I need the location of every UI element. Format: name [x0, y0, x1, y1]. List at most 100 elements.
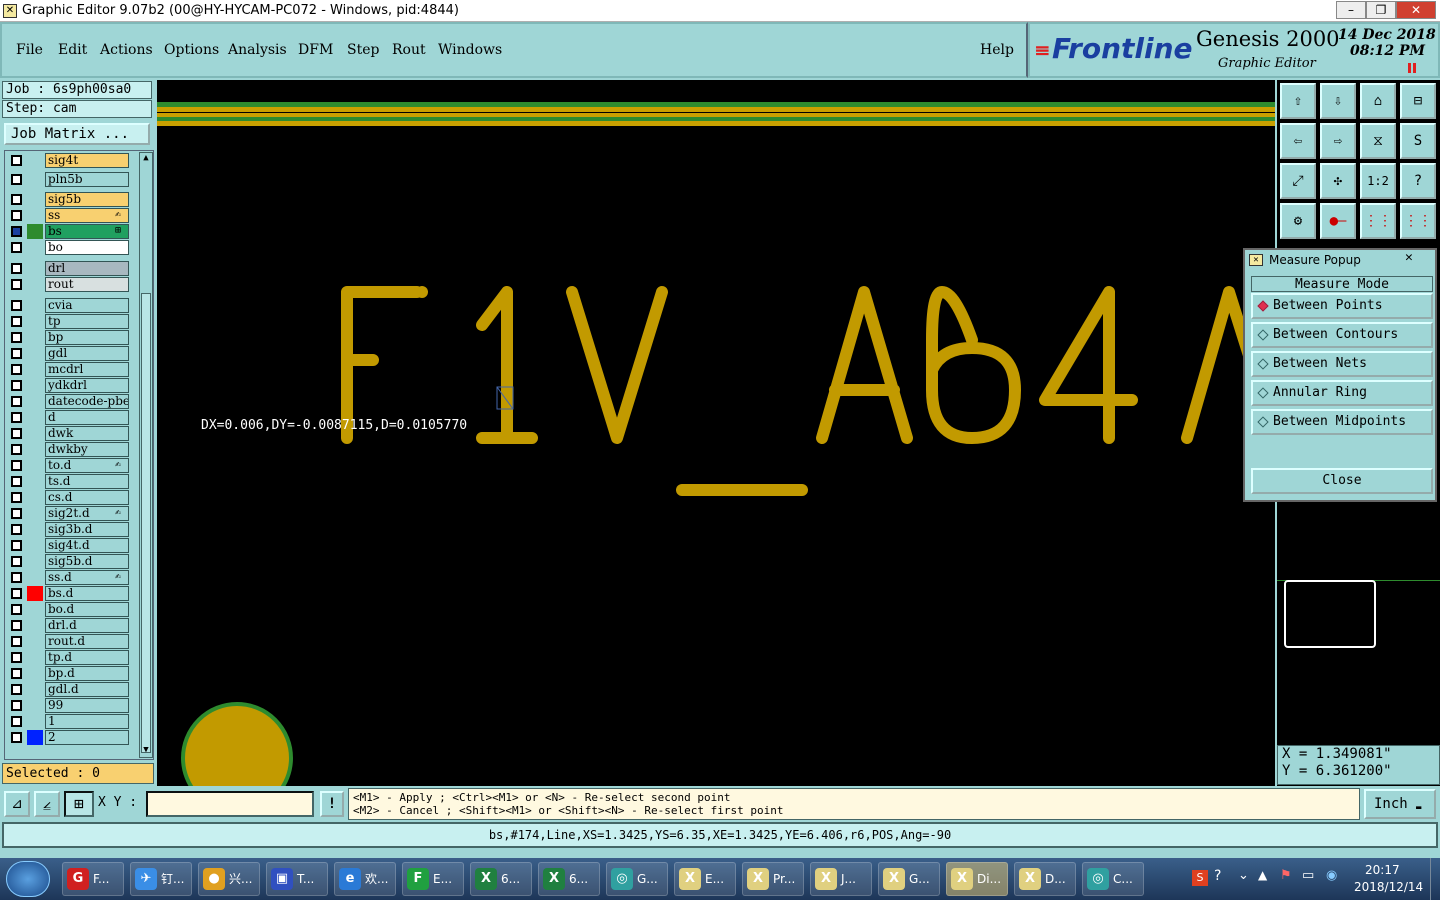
tools-icon[interactable]: ⚙	[1280, 203, 1316, 239]
probe-icon[interactable]: ●—	[1320, 203, 1356, 239]
layer-row-drl[interactable]: drl	[7, 261, 129, 276]
layer-checkbox[interactable]	[11, 364, 22, 375]
layer-row-gdl-d[interactable]: gdl.d	[7, 682, 129, 697]
layer-row-pln5b[interactable]: pln5b	[7, 172, 129, 187]
layer-checkbox[interactable]	[11, 540, 22, 551]
layer-checkbox[interactable]	[11, 604, 22, 615]
layer-checkbox[interactable]	[11, 588, 22, 599]
menu-step[interactable]: Step	[347, 42, 379, 58]
layer-checkbox[interactable]	[11, 194, 22, 205]
layer-row-cvia[interactable]: cvia	[7, 298, 129, 313]
layer-checkbox[interactable]	[11, 428, 22, 439]
layer-row-mcdrl[interactable]: mcdrl	[7, 362, 129, 377]
alert-icon[interactable]: !	[320, 791, 344, 817]
layer-row-gdl[interactable]: gdl	[7, 346, 129, 361]
mode-between-nets[interactable]: Between Nets	[1251, 351, 1433, 377]
mode-annular-ring[interactable]: Annular Ring	[1251, 380, 1433, 406]
layer-checkbox[interactable]	[11, 316, 22, 327]
popup-close-button[interactable]: Close	[1251, 468, 1433, 494]
layer-checkbox[interactable]	[11, 444, 22, 455]
taskbar-item[interactable]: ✈ 钉...	[130, 862, 192, 896]
layer-row-d[interactable]: d	[7, 410, 129, 425]
layer-row-cs-d[interactable]: cs.d	[7, 490, 129, 505]
taskbar-item[interactable]: X E...	[674, 862, 736, 896]
layer-checkbox[interactable]	[11, 524, 22, 535]
taskbar-item[interactable]: G F...	[62, 862, 124, 896]
close-window-button[interactable]: ✕	[1396, 1, 1436, 19]
taskbar-item[interactable]: ● 兴...	[198, 862, 260, 896]
clock-date[interactable]: 2018/12/14	[1354, 880, 1423, 894]
snap-grid-icon[interactable]: ⊿	[4, 791, 30, 817]
home-icon[interactable]: ⌂	[1360, 83, 1396, 119]
scroll-down-icon[interactable]: ▼	[141, 745, 151, 757]
zoom-down-icon[interactable]: ⇩	[1320, 83, 1356, 119]
layer-checkbox[interactable]	[11, 242, 22, 253]
taskbar-item[interactable]: X 6...	[470, 862, 532, 896]
pause-icon[interactable]	[1408, 63, 1416, 73]
menu-file[interactable]: File	[16, 42, 43, 58]
help-icon[interactable]: ?	[1400, 163, 1436, 199]
taskbar-item[interactable]: X 6...	[538, 862, 600, 896]
layer-checkbox[interactable]	[11, 263, 22, 274]
volume-icon[interactable]: ◉	[1326, 868, 1337, 883]
snap-center-icon[interactable]: ⊞	[64, 791, 94, 817]
mode-between-contours[interactable]: Between Contours	[1251, 322, 1433, 348]
layer-row-to-d[interactable]: to.d ✍	[7, 458, 129, 473]
layer-checkbox[interactable]	[11, 732, 22, 743]
layer-row-ss-d[interactable]: ss.d ✍	[7, 570, 129, 585]
layer-checkbox[interactable]	[11, 620, 22, 631]
layer-row-datecode-pbe[interactable]: datecode-pbe	[7, 394, 129, 409]
layer-row-tp-d[interactable]: tp.d	[7, 650, 129, 665]
layer-checkbox[interactable]	[11, 380, 22, 391]
layer-checkbox[interactable]	[11, 556, 22, 567]
popup-close-icon[interactable]: ✕	[1405, 250, 1413, 265]
layer-row-bs[interactable]: bs ⊞	[7, 224, 129, 239]
layer-checkbox[interactable]	[11, 412, 22, 423]
layer-row-dwk[interactable]: dwk	[7, 426, 129, 441]
mirror-icon[interactable]: ⧖	[1360, 123, 1396, 159]
pan-left-icon[interactable]: ⇦	[1280, 123, 1316, 159]
layer-checkbox[interactable]	[11, 210, 22, 221]
taskbar-item[interactable]: ▣ T...	[266, 862, 328, 896]
layer-row-99[interactable]: 99	[7, 698, 129, 713]
layer-row-rout[interactable]: rout	[7, 277, 129, 292]
taskbar-item[interactable]: X Di...	[946, 862, 1008, 896]
layer-checkbox[interactable]	[11, 476, 22, 487]
menu-options[interactable]: Options	[164, 42, 219, 58]
center-icon[interactable]: ✣	[1320, 163, 1356, 199]
layer-row-sig4t[interactable]: sig4t	[7, 153, 129, 168]
layer-row-dwkby[interactable]: dwkby	[7, 442, 129, 457]
layer-checkbox[interactable]	[11, 684, 22, 695]
network-icon[interactable]: ▭	[1302, 868, 1314, 883]
layer-row-sig5b[interactable]: sig5b	[7, 192, 129, 207]
layer-row-ss[interactable]: ss ✍	[7, 208, 129, 223]
ime-icon[interactable]: S	[1192, 870, 1208, 886]
taskbar-item[interactable]: ◎ C...	[1082, 862, 1144, 896]
layer-row-sig4t-d[interactable]: sig4t.d	[7, 538, 129, 553]
layer-row-1[interactable]: 1	[7, 714, 129, 729]
layer-checkbox[interactable]	[11, 716, 22, 727]
menu-rout[interactable]: Rout	[392, 42, 426, 58]
layer-row-bp-d[interactable]: bp.d	[7, 666, 129, 681]
net-icon[interactable]: ⋮⋮	[1360, 203, 1396, 239]
layer-row-rout-d[interactable]: rout.d	[7, 634, 129, 649]
snap-icon[interactable]: S	[1400, 123, 1436, 159]
job-matrix-button[interactable]: Job Matrix ...	[4, 123, 150, 145]
layer-checkbox[interactable]	[11, 508, 22, 519]
layer-row-bo-d[interactable]: bo.d	[7, 602, 129, 617]
layer-checkbox[interactable]	[11, 226, 22, 237]
menu-windows[interactable]: Windows	[438, 42, 502, 58]
layer-checkbox[interactable]	[11, 396, 22, 407]
menu-dfm[interactable]: DFM	[298, 42, 333, 58]
layer-row-drl-d[interactable]: drl.d	[7, 618, 129, 633]
scroll-thumb[interactable]	[141, 293, 151, 753]
layer-row-ts-d[interactable]: ts.d	[7, 474, 129, 489]
pan-right-icon[interactable]: ⇨	[1320, 123, 1356, 159]
units-select[interactable]: Inch ▬	[1364, 789, 1436, 819]
zoom-up-icon[interactable]: ⇧	[1280, 83, 1316, 119]
mode-between-points[interactable]: Between Points	[1251, 293, 1433, 319]
snap-angle-icon[interactable]: ⦤	[34, 791, 60, 817]
layer-checkbox[interactable]	[11, 348, 22, 359]
taskbar-item[interactable]: e 欢...	[334, 862, 396, 896]
layer-row-2[interactable]: 2	[7, 730, 129, 745]
